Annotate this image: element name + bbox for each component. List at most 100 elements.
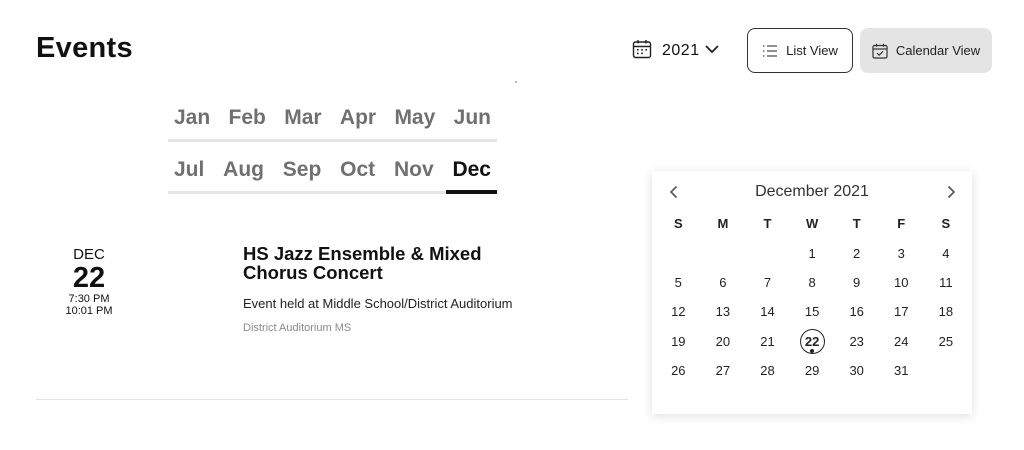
calendar-day-20[interactable]: 20 [701,327,746,356]
month-tab-apr[interactable]: Apr [340,100,376,139]
calendar-day-29[interactable]: 29 [790,356,835,385]
calendar-day-22[interactable]: 22 [790,327,835,356]
calendar-day-number: 13 [715,304,731,320]
calendar-blank [745,238,790,267]
month-tab-aug[interactable]: Aug [223,152,264,191]
calendar-day-number: 17 [894,304,909,320]
calendar-day-number: 14 [760,304,775,320]
calendar-day-number: 24 [894,333,909,349]
calendar-blank [656,238,701,267]
calendar-day-number: 1 [808,245,816,261]
calendar-day-number: 26 [671,363,686,379]
divider [36,399,628,400]
calendar-day-number: 29 [804,363,820,379]
calendar-view-button[interactable]: Calendar View [860,28,992,73]
calendar-day-11[interactable]: 11 [924,268,969,297]
calendar-day-number: 10 [894,274,909,290]
month-tab-oct[interactable]: Oct [340,152,375,191]
weekday-header: M [717,216,729,232]
month-tab-may[interactable]: May [394,100,435,139]
month-tab-dec[interactable]: Dec [446,152,497,194]
calendar-day-13[interactable]: 13 [701,297,746,326]
calendar-day-24[interactable]: 24 [879,327,924,356]
month-tab-feb[interactable]: Feb [229,100,266,139]
calendar-day-1[interactable]: 1 [790,238,835,267]
calendar-day-9[interactable]: 9 [834,268,879,297]
calendar-day-number: 5 [674,274,682,290]
calendar-day-7[interactable]: 7 [745,268,790,297]
calendar-day-16[interactable]: 16 [834,297,879,326]
calendar-day-number: 21 [760,333,775,349]
calendar-day-17[interactable]: 17 [879,297,924,326]
event-day: 22 [72,262,106,294]
calendar-day-number: 25 [938,333,954,349]
calendar-day-28[interactable]: 28 [745,356,790,385]
calendar-day-14[interactable]: 14 [745,297,790,326]
event-location: District Auditorium MS [243,322,352,334]
event-title[interactable]: HS Jazz Ensemble & Mixed Chorus Concert [243,244,523,282]
event-date: DEC 22 7:30 PM 10:01 PM [56,246,122,318]
weekday-header: T [763,216,772,232]
year-picker[interactable]: 2021 [632,39,720,62]
calendar-day-number: 11 [939,274,953,290]
calendar-day-15[interactable]: 15 [790,297,835,326]
calendar-day-26[interactable]: 26 [656,356,701,385]
calendar-day-number: 2 [853,245,861,261]
calendar-day-18[interactable]: 18 [924,297,969,326]
event-details: HS Jazz Ensemble & Mixed Chorus Concert … [243,244,523,334]
mini-calendar: December 2021 S M T W T F S 1 2 3 4 5 6 7 8 9 10 11 12 13 14… [652,171,972,414]
divider-dot [515,81,517,83]
calendar-day-4[interactable]: 4 [924,238,969,267]
event-month: DEC [73,246,105,263]
calendar-day-3[interactable]: 3 [879,238,924,267]
event-end-time: 10:01 PM [65,305,113,317]
calendar-blank [701,238,746,267]
month-tab-mar[interactable]: Mar [284,100,321,139]
month-row: Jul Aug Sep Oct Nov Dec [168,152,497,194]
chevron-right-icon[interactable] [942,183,960,201]
calendar-view-label: Calendar View [895,43,981,58]
month-selector: Jan Feb Mar Apr May Jun Jul Aug Sep Oct Nov Dec [168,100,497,194]
calendar-check-icon [872,43,888,59]
calendar-day-number: 30 [849,363,864,379]
calendar-day-number: 3 [897,245,905,261]
calendar-day-30[interactable]: 30 [834,356,879,385]
calendar-day-number: 4 [942,245,950,261]
calendar-day-10[interactable]: 10 [879,268,924,297]
calendar-header: December 2021 [652,181,972,203]
calendar-day-12[interactable]: 12 [656,297,701,326]
calendar-day-27[interactable]: 27 [701,356,746,385]
list-view-button[interactable]: List View [747,28,853,73]
calendar-day-number: 16 [849,304,864,320]
calendar-day-number: 15 [804,304,820,320]
weekday-header: T [852,216,861,232]
weekday-header: S [941,216,951,232]
calendar-day-number: 18 [938,304,954,320]
month-tab-jun[interactable]: Jun [454,100,491,139]
calendar-day-number: 8 [808,274,816,290]
calendar-day-number: 12 [671,304,686,320]
month-tab-jan[interactable]: Jan [174,100,210,139]
calendar-day-19[interactable]: 19 [656,327,701,356]
page-title: Events [36,32,133,64]
calendar-day-8[interactable]: 8 [790,268,835,297]
month-tab-sep[interactable]: Sep [283,152,322,191]
list-view-label: List View [786,43,838,58]
list-icon [762,44,778,58]
calendar-day-number: 23 [849,333,864,349]
calendar-grid: S M T W T F S 1 2 3 4 5 6 7 8 9 10 11 12 13 14 15 16 17 18 19 20 21… [656,209,968,385]
event-start-time: 7:30 PM [68,293,110,305]
month-row: Jan Feb Mar Apr May Jun [168,100,497,142]
calendar-day-31[interactable]: 31 [879,356,924,385]
calendar-day-6[interactable]: 6 [701,268,746,297]
calendar-title: December 2021 [755,183,869,200]
calendar-day-number: 7 [763,274,772,290]
calendar-day-number: 31 [894,363,909,379]
calendar-day-21[interactable]: 21 [745,327,790,356]
calendar-day-23[interactable]: 23 [834,327,879,356]
month-tab-nov[interactable]: Nov [394,152,434,191]
month-tab-jul[interactable]: Jul [174,152,204,191]
calendar-day-2[interactable]: 2 [834,238,879,267]
calendar-day-5[interactable]: 5 [656,268,701,297]
calendar-day-25[interactable]: 25 [924,327,969,356]
